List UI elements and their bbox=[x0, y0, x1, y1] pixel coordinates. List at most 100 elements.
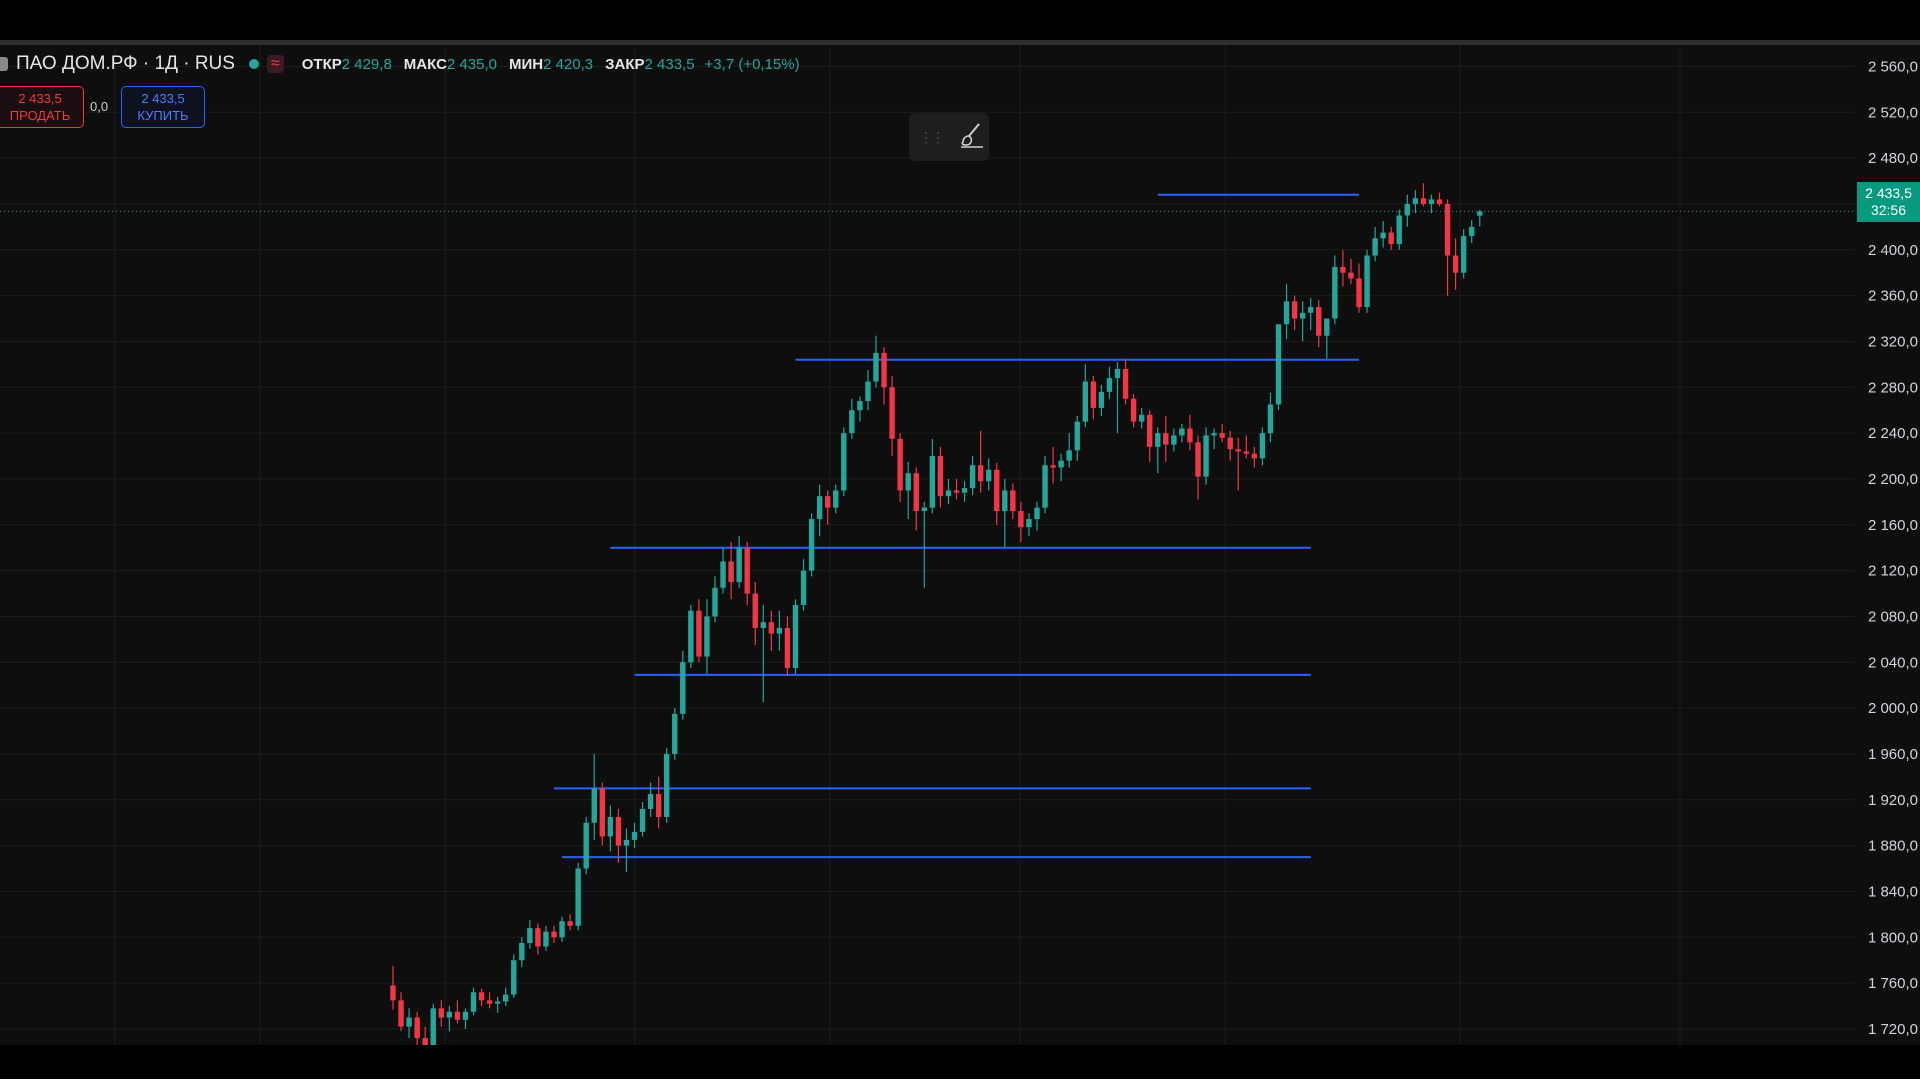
candle[interactable] bbox=[744, 541, 750, 605]
drawing-toolbar[interactable]: ⋮⋮ bbox=[909, 113, 989, 161]
candle[interactable] bbox=[889, 375, 895, 457]
candle[interactable] bbox=[607, 805, 614, 852]
candle[interactable] bbox=[1340, 249, 1346, 287]
candle[interactable] bbox=[1348, 258, 1354, 285]
candle[interactable] bbox=[559, 916, 565, 942]
candle[interactable] bbox=[1018, 501, 1024, 542]
candle[interactable] bbox=[1203, 427, 1209, 485]
candle[interactable] bbox=[1275, 324, 1282, 411]
candle[interactable] bbox=[1002, 478, 1008, 548]
candle[interactable] bbox=[945, 478, 952, 505]
candlestick-chart[interactable]: 2 560,02 520,02 480,02 440,02 400,02 360… bbox=[0, 45, 1920, 1045]
candle[interactable] bbox=[1267, 393, 1274, 443]
candle[interactable] bbox=[1283, 284, 1290, 340]
candle[interactable] bbox=[1098, 385, 1105, 416]
candle[interactable] bbox=[986, 458, 992, 491]
candle[interactable] bbox=[1291, 295, 1298, 330]
candle[interactable] bbox=[929, 438, 936, 514]
candle[interactable] bbox=[1356, 263, 1362, 313]
candle[interactable] bbox=[833, 484, 839, 514]
candle[interactable] bbox=[1396, 209, 1402, 250]
candle[interactable] bbox=[1372, 226, 1378, 262]
candle[interactable] bbox=[921, 501, 927, 588]
candle[interactable] bbox=[784, 616, 791, 677]
candle[interactable] bbox=[1380, 221, 1386, 248]
candle[interactable] bbox=[1155, 427, 1161, 474]
candle[interactable] bbox=[1404, 194, 1410, 227]
candle[interactable] bbox=[994, 462, 1000, 525]
candle[interactable] bbox=[1219, 423, 1225, 443]
candle[interactable] bbox=[1034, 501, 1040, 531]
candle[interactable] bbox=[800, 559, 807, 611]
candle[interactable] bbox=[913, 467, 919, 531]
candle[interactable] bbox=[1235, 437, 1241, 491]
candle[interactable] bbox=[937, 446, 944, 508]
candle[interactable] bbox=[1138, 407, 1145, 429]
candle[interactable] bbox=[543, 925, 549, 952]
candle[interactable] bbox=[961, 481, 968, 502]
candle[interactable] bbox=[1332, 255, 1338, 325]
candle[interactable] bbox=[503, 987, 509, 1007]
candle[interactable] bbox=[736, 536, 742, 588]
candle[interactable] bbox=[583, 816, 589, 875]
candle[interactable] bbox=[398, 992, 404, 1032]
drag-handle-icon[interactable]: ⋮⋮ bbox=[919, 129, 945, 146]
candle[interactable] bbox=[969, 456, 976, 495]
candle[interactable] bbox=[664, 748, 670, 823]
candle[interactable] bbox=[462, 1008, 469, 1029]
candle[interactable] bbox=[1147, 410, 1153, 462]
candle[interactable] bbox=[519, 937, 525, 968]
candle[interactable] bbox=[712, 576, 718, 623]
candle[interactable] bbox=[1195, 435, 1201, 500]
candle[interactable] bbox=[1114, 362, 1121, 434]
candle[interactable] bbox=[792, 599, 799, 674]
candle[interactable] bbox=[1469, 220, 1475, 243]
candle[interactable] bbox=[1163, 415, 1169, 462]
candle[interactable] bbox=[1074, 415, 1080, 461]
candle[interactable] bbox=[1412, 190, 1419, 214]
candle[interactable] bbox=[760, 605, 766, 703]
candle[interactable] bbox=[446, 1006, 453, 1032]
candle[interactable] bbox=[977, 430, 984, 493]
candle[interactable] bbox=[486, 992, 493, 1009]
buy-button[interactable]: 2 433,5 КУПИТЬ bbox=[121, 86, 205, 128]
candle[interactable] bbox=[631, 822, 638, 848]
candle[interactable] bbox=[1042, 456, 1048, 514]
candle[interactable] bbox=[1308, 297, 1314, 330]
candle[interactable] bbox=[1420, 183, 1427, 207]
candle[interactable] bbox=[873, 335, 879, 388]
candle[interactable] bbox=[1082, 364, 1088, 428]
candle[interactable] bbox=[672, 708, 678, 760]
candle[interactable] bbox=[414, 1011, 420, 1045]
brush-icon[interactable] bbox=[957, 120, 987, 155]
candle[interactable] bbox=[438, 1000, 444, 1027]
candle[interactable] bbox=[623, 828, 630, 872]
candle[interactable] bbox=[406, 1008, 412, 1039]
candle[interactable] bbox=[1010, 483, 1016, 520]
candle[interactable] bbox=[1130, 394, 1137, 428]
candle[interactable] bbox=[1179, 423, 1185, 443]
candle[interactable] bbox=[1066, 433, 1072, 468]
candle[interactable] bbox=[1171, 428, 1177, 452]
candle[interactable] bbox=[953, 478, 960, 500]
candle[interactable] bbox=[599, 782, 605, 846]
chart-area[interactable]: 2 560,02 520,02 480,02 440,02 400,02 360… bbox=[0, 45, 1920, 1045]
candle[interactable] bbox=[615, 808, 622, 863]
candle[interactable] bbox=[655, 776, 662, 829]
candle[interactable] bbox=[1444, 199, 1451, 296]
candle[interactable] bbox=[1058, 453, 1064, 482]
candle[interactable] bbox=[865, 370, 871, 411]
candle[interactable] bbox=[752, 582, 758, 646]
candle[interactable] bbox=[575, 862, 581, 931]
candle[interactable] bbox=[728, 541, 734, 600]
candle[interactable] bbox=[1324, 318, 1330, 359]
candle[interactable] bbox=[1122, 358, 1129, 405]
candle[interactable] bbox=[1090, 375, 1097, 420]
candles[interactable] bbox=[390, 183, 1483, 1045]
candle[interactable] bbox=[591, 753, 597, 840]
candle[interactable] bbox=[1251, 446, 1258, 468]
candle[interactable] bbox=[849, 398, 855, 439]
symbol-title[interactable]: ПАО ДОМ.РФ · 1Д · RUS bbox=[16, 53, 235, 75]
candle[interactable] bbox=[1106, 366, 1113, 399]
candle[interactable] bbox=[470, 987, 477, 1016]
